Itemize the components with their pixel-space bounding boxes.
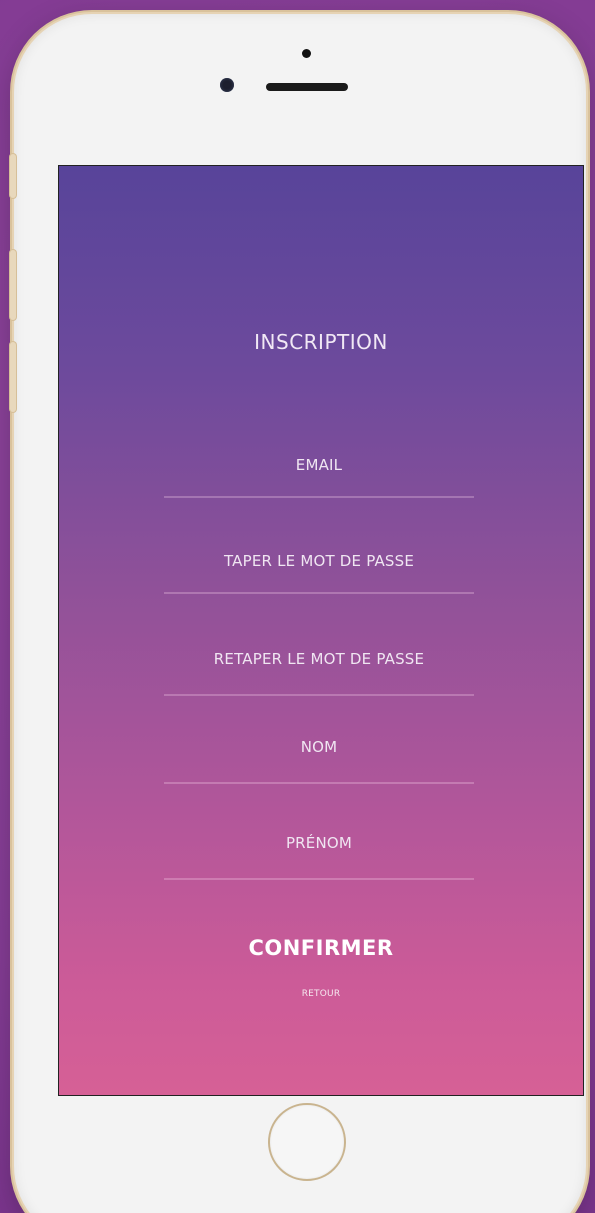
- first-name-field[interactable]: PRÉNOM: [164, 820, 474, 880]
- confirm-button[interactable]: CONFIRMER: [59, 936, 583, 960]
- email-field[interactable]: EMAIL: [164, 438, 474, 498]
- confirm-password-field-label: RETAPER LE MOT DE PASSE: [213, 650, 425, 668]
- last-name-field[interactable]: NOM: [164, 724, 474, 784]
- proximity-sensor: [302, 49, 311, 58]
- confirm-password-field-underline: [164, 694, 474, 696]
- app-screen: INSCRIPTION EMAIL TAPER LE MOT DE PASSE …: [58, 165, 584, 1096]
- back-link[interactable]: RETOUR: [59, 989, 583, 999]
- home-button[interactable]: [268, 1103, 346, 1181]
- first-name-field-underline: [164, 878, 474, 880]
- last-name-field-label: NOM: [300, 738, 338, 756]
- volume-up-button: [10, 250, 16, 320]
- email-field-underline: [164, 496, 474, 498]
- first-name-field-label: PRÉNOM: [285, 834, 353, 852]
- password-field[interactable]: TAPER LE MOT DE PASSE: [164, 534, 474, 594]
- phone-frame: INSCRIPTION EMAIL TAPER LE MOT DE PASSE …: [10, 14, 586, 1213]
- page-background: INSCRIPTION EMAIL TAPER LE MOT DE PASSE …: [0, 0, 595, 1213]
- last-name-field-underline: [164, 782, 474, 784]
- password-field-label: TAPER LE MOT DE PASSE: [223, 552, 415, 570]
- mute-switch: [10, 154, 16, 198]
- email-field-label: EMAIL: [295, 456, 343, 474]
- password-field-underline: [164, 592, 474, 594]
- front-camera-icon: [220, 78, 234, 92]
- page-title: INSCRIPTION: [254, 330, 388, 354]
- volume-down-button: [10, 342, 16, 412]
- confirm-password-field[interactable]: RETAPER LE MOT DE PASSE: [164, 636, 474, 696]
- earpiece-speaker: [266, 83, 348, 91]
